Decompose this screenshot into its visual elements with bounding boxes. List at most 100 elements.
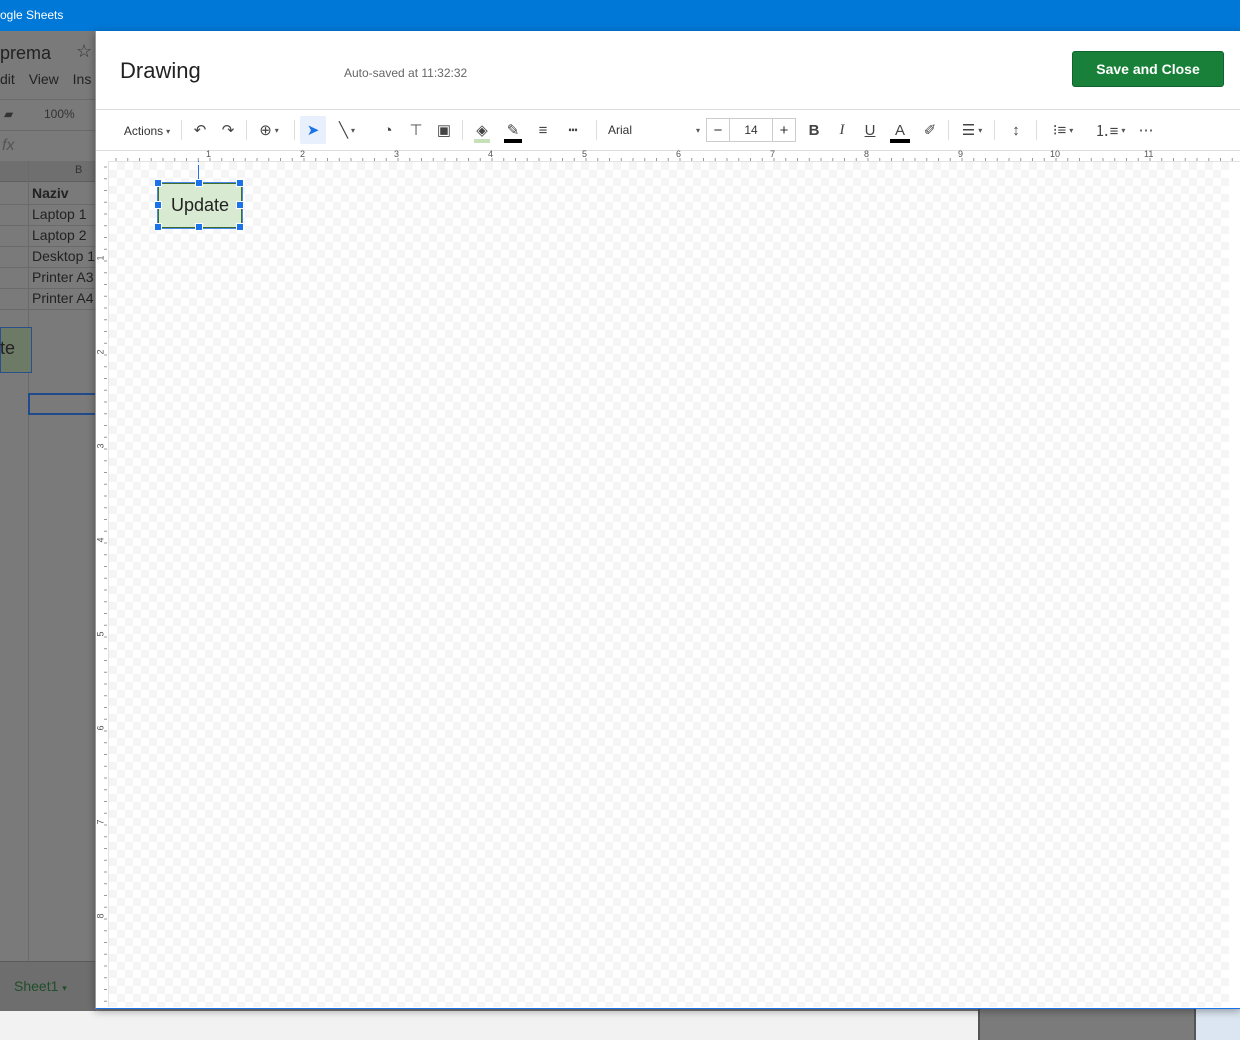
menu-view[interactable]: View	[29, 71, 59, 87]
menu-bar: dit View Ins	[0, 71, 101, 87]
cell-printer-a4[interactable]: Printer A4	[32, 290, 93, 306]
resize-handle-w[interactable]	[154, 201, 162, 209]
sheet-tab-sheet1[interactable]: Sheet1 ▾	[14, 978, 67, 994]
actions-menu[interactable]: Actions ▾	[118, 116, 176, 146]
align-left-icon[interactable]: ☰ ▾	[954, 116, 990, 144]
text-color-button[interactable]: A	[886, 116, 914, 144]
caret-down-icon: ▾	[978, 125, 983, 135]
more-options-icon[interactable]: ⋯	[1134, 116, 1158, 144]
menu-insert[interactable]: Ins	[73, 71, 92, 87]
horizontal-ruler: 1 2 3 4 5 6 7 8 9 10 11	[108, 149, 1240, 162]
highlight-color-icon[interactable]: ✐	[918, 116, 942, 144]
redo-icon[interactable]: ↷	[216, 116, 240, 144]
column-b-header[interactable]: B	[75, 164, 82, 176]
window-titlebar: ogle Sheets	[0, 0, 1240, 31]
cell-laptop-1[interactable]: Laptop 1	[32, 206, 87, 222]
ruler-label: 3	[394, 149, 400, 159]
ruler-label: 10	[1050, 149, 1061, 159]
border-dash-icon[interactable]: ┅	[560, 116, 586, 144]
shape-tool-icon[interactable]: ◔	[376, 116, 400, 144]
actions-label: Actions	[123, 124, 164, 138]
resize-handle-se[interactable]	[236, 223, 244, 231]
line-tool-icon[interactable]: ╲ ▾	[330, 116, 364, 144]
fill-color-swatch	[474, 139, 490, 143]
bulleted-list-icon[interactable]: ⁝≡ ▾	[1042, 116, 1084, 144]
drawing-canvas[interactable]: Update	[109, 162, 1229, 1007]
caret-down-icon: ▾	[274, 125, 279, 135]
menu-edit[interactable]: dit	[0, 71, 15, 87]
embedded-drawing-text: te	[0, 338, 16, 358]
resize-handle-sw[interactable]	[154, 223, 162, 231]
border-color-icon[interactable]: ✎	[500, 116, 526, 144]
ruler-label: 3	[95, 443, 106, 449]
caret-down-icon: ▾	[1121, 125, 1126, 135]
drawing-toolbar: Actions ▾ ↶ ↷ ⊕ ▾ ➤ ╲ ▾ ◔ ⊤ ▣ ◈ ✎ ≡ ┅ Arial…	[96, 109, 1240, 151]
bold-button[interactable]: B	[802, 116, 826, 144]
numbered-list-icon[interactable]: ⒈≡ ▾	[1090, 116, 1130, 144]
image-icon[interactable]: ▣	[432, 116, 456, 144]
italic-button[interactable]: I	[830, 116, 854, 144]
cell-desktop-1[interactable]: Desktop 1	[32, 248, 95, 264]
ruler-label: 7	[95, 819, 106, 825]
toolbar-separator	[994, 120, 995, 140]
fill-color-icon[interactable]: ◈	[470, 116, 494, 144]
resize-handle-nw[interactable]	[154, 179, 162, 187]
font-select[interactable]: Arial ▾	[608, 116, 700, 144]
autosave-status: Auto-saved at 11:32:32	[344, 66, 468, 80]
row-divider	[0, 225, 96, 226]
paint-format-icon[interactable]: ▰	[4, 107, 13, 121]
zoom-icon[interactable]: ⊕ ▾	[252, 116, 286, 144]
sheet-tab-label: Sheet1	[14, 978, 59, 994]
vertical-ruler-ticks	[104, 166, 107, 1002]
row-divider	[0, 204, 96, 205]
toolbar-separator	[462, 120, 463, 140]
font-name-label: Arial	[608, 123, 633, 137]
ruler-label: 7	[770, 149, 776, 159]
row-divider	[0, 309, 96, 310]
zoom-select[interactable]: 100%	[44, 107, 75, 121]
cell-printer-a3[interactable]: Printer A3	[32, 269, 93, 285]
font-size-input[interactable]: 14	[729, 119, 773, 141]
cell-naziv[interactable]: Naziv	[32, 185, 69, 201]
undo-icon[interactable]: ↶	[188, 116, 212, 144]
caret-down-icon: ▾	[62, 983, 67, 993]
ruler-label: 5	[95, 631, 106, 637]
toolbar-separator	[596, 120, 597, 140]
caret-down-icon: ▾	[1069, 125, 1074, 135]
ruler-label: 8	[95, 913, 106, 919]
document-title[interactable]: prema	[0, 43, 51, 64]
toolbar-separator	[246, 120, 247, 140]
row-divider	[0, 267, 96, 268]
update-shape[interactable]: Update	[158, 183, 242, 228]
ruler-label: 8	[864, 149, 870, 159]
cell-laptop-2[interactable]: Laptop 2	[32, 227, 87, 243]
ruler-label: 5	[582, 149, 588, 159]
text-box-icon[interactable]: ⊤	[404, 116, 428, 144]
toolbar-separator	[181, 120, 182, 140]
bottom-corner	[1196, 1009, 1240, 1040]
ruler-label: 1	[206, 149, 212, 159]
resize-handle-ne[interactable]	[236, 179, 244, 187]
ruler-label: 4	[95, 537, 106, 543]
ruler-label: 6	[95, 725, 106, 731]
selected-cell[interactable]	[28, 393, 100, 415]
resize-handle-s[interactable]	[195, 223, 203, 231]
font-size-control: − 14 +	[706, 118, 796, 142]
caret-down-icon: ▾	[351, 125, 356, 135]
line-spacing-icon[interactable]: ↕	[1002, 116, 1030, 144]
resize-handle-n[interactable]	[195, 179, 203, 187]
save-and-close-button[interactable]: Save and Close	[1072, 51, 1224, 87]
decrease-font-size-button[interactable]: −	[707, 119, 729, 141]
ruler-label: 2	[300, 149, 306, 159]
bottom-panel	[978, 1009, 1196, 1040]
border-weight-icon[interactable]: ≡	[530, 116, 556, 144]
underline-button[interactable]: U	[858, 116, 882, 144]
row-divider	[0, 246, 96, 247]
select-cursor-icon[interactable]: ➤	[300, 116, 326, 144]
star-icon[interactable]: ☆	[76, 41, 92, 62]
resize-handle-e[interactable]	[236, 201, 244, 209]
fx-icon: fx	[2, 137, 15, 154]
toolbar-separator	[294, 120, 295, 140]
increase-font-size-button[interactable]: +	[773, 119, 795, 141]
window-title: ogle Sheets	[0, 8, 64, 22]
